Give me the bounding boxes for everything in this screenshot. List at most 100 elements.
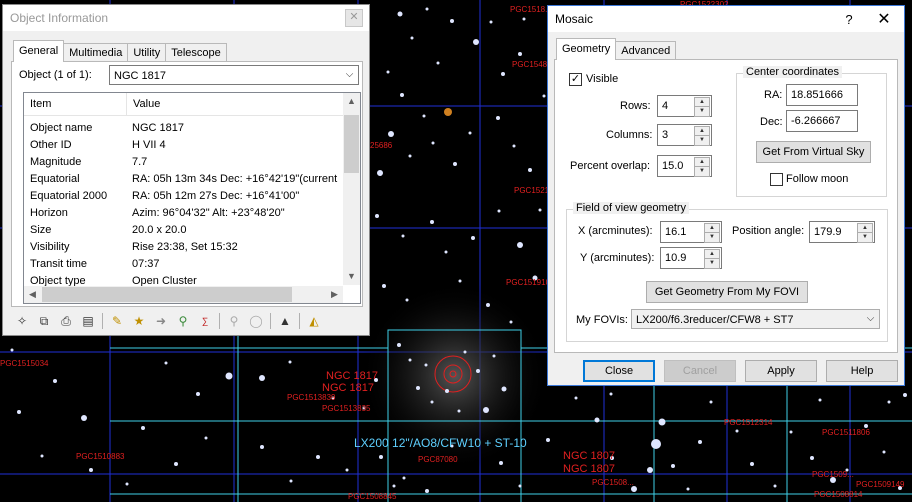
tab-advanced[interactable]: Advanced [615,41,677,60]
apply-button[interactable]: Apply [745,360,817,382]
scroll-thumb[interactable] [42,287,292,302]
scroll-thumb[interactable] [344,115,359,173]
tab-telescope[interactable]: Telescope [165,43,227,62]
position-angle-label: Position angle: [732,225,805,237]
list-item[interactable]: Visibility Rise 23:38, Set 15:32 [24,239,360,256]
help-icon[interactable]: ? [834,12,864,27]
row-value: 7.7 [132,156,148,168]
sky-label-pgc: PGC1508845 [348,492,397,501]
close-button[interactable]: Close [583,360,655,382]
position-angle-stepper[interactable]: 179.9 ▲ ▼ [809,221,875,243]
y-label: Y (arcminutes): [580,252,655,264]
spin-down-icon[interactable]: ▼ [694,135,710,146]
copy-icon[interactable]: ⧉ [33,311,55,331]
eject-icon[interactable]: ▲ [274,311,296,331]
tab-geometry[interactable]: Geometry [556,38,617,60]
column-header-value[interactable]: Value [127,93,160,115]
row-value: Rise 23:38, Set 15:32 [132,241,238,253]
tab-general[interactable]: General [13,40,65,62]
list-item[interactable]: Magnitude 7.7 [24,154,360,171]
toolbar-separator [270,313,271,329]
list-rows: Object name NGC 1817 Other ID H VII 4 Magn… [24,116,360,290]
my-fovis-label: My FOVIs: [576,314,628,326]
spin-down-icon[interactable]: ▼ [857,232,873,243]
object-toolbar: ✧ ⧉ ⎙ ▤ ✎ ★ ➜ ⚲ ∑ ⚲ ◯ ▲ ◭ [11,311,363,331]
telescope-icon[interactable]: ⚲ [172,311,194,331]
column-header-item[interactable]: Item [24,93,127,115]
scroll-left-icon[interactable]: ◀ [24,286,41,303]
follow-moon-label: Follow moon [786,173,849,185]
overlap-label: Percent overlap: [570,160,651,172]
visible-checkbox[interactable]: ✓ [569,73,582,86]
list-item[interactable]: Other ID H VII 4 [24,137,360,154]
spin-down-icon[interactable]: ▼ [704,258,720,269]
tab-utility[interactable]: Utility [127,43,167,62]
object-details-list[interactable]: Item Value Object name NGC 1817 Other ID H… [23,92,361,304]
list-item[interactable]: Equatorial RA: 05h 13m 34s Dec: +16°42'19… [24,171,360,188]
crosshair-icon[interactable]: ✧ [11,311,33,331]
list-item[interactable]: Object name NGC 1817 [24,120,360,137]
vertical-scrollbar[interactable]: ▲ ▼ [343,93,360,285]
chevron-down-icon: ⌵ [345,69,354,80]
get-from-virtual-sky-button[interactable]: Get From Virtual Sky [756,141,871,163]
book-icon[interactable]: ▤ [77,311,99,331]
ngc-label: NGC 1817 [326,370,378,382]
follow-moon-checkbox[interactable] [770,173,783,186]
scroll-right-icon[interactable]: ▶ [326,286,343,303]
star-chart-icon[interactable]: ★ [128,311,150,331]
row-item: Magnitude [30,156,82,168]
print-icon[interactable]: ⎙ [55,311,77,331]
columns-stepper[interactable]: 3 ▲ ▼ [657,124,712,146]
get-geometry-button[interactable]: Get Geometry From My FOVI [646,281,808,303]
overlap-value: 15.0 [662,160,684,172]
sky-label-pgc: PGC1511806 [822,428,870,437]
object-information-window: Object Information ✕ General Multimedia … [2,4,370,336]
scroll-up-icon[interactable]: ▲ [343,93,360,110]
object-select[interactable]: NGC 1817 ⌵ [109,65,359,85]
pointer-arrow-icon[interactable]: ➜ [150,311,172,331]
dec-input[interactable]: -6.266667 [786,110,858,132]
sky-label-pgc: PGC1509... [812,470,854,479]
tab-multimedia[interactable]: Multimedia [63,43,129,62]
row-value: RA: 05h 12m 27s Dec: +16°41'00" [132,190,300,202]
y-stepper[interactable]: 10.9 ▲ ▼ [660,247,722,269]
sky-label-pgc: PGC1513835 [322,404,371,413]
object-window-tabs: General Multimedia Utility Telescope [13,40,227,62]
telescope-disabled-icon: ⚲ [229,314,239,328]
mosaic-titlebar[interactable]: Mosaic ? ✕ [548,6,904,32]
list-item[interactable]: Transit time 07:37 [24,256,360,273]
object-window-close-button[interactable]: ✕ [345,9,363,27]
spin-down-icon[interactable]: ▼ [694,106,710,117]
list-item[interactable]: Horizon Azim: 96°04'32" Alt: +23°48'20" [24,205,360,222]
my-fovis-select[interactable]: LX200/f6.3reducer/CFW8 + ST7 ⌵ [631,309,880,329]
row-value: 07:37 [132,258,160,270]
list-item[interactable]: Size 20.0 x 20.0 [24,222,360,239]
open-folder-icon[interactable]: ◭ [303,311,325,331]
x-stepper[interactable]: 16.1 ▲ ▼ [660,221,722,243]
mosaic-tabs: Geometry Advanced [556,38,677,60]
object-window-title: Object Information [10,11,109,25]
row-item: Transit time [30,258,88,270]
help-button[interactable]: Help [826,360,898,382]
spin-down-icon[interactable]: ▼ [694,166,710,177]
fov-label: LX200 12"/AO8/CFW10 + ST-10 [354,436,527,450]
overlap-stepper[interactable]: 15.0 ▲ ▼ [657,155,712,177]
columns-value: 3 [662,129,669,141]
close-icon[interactable]: ✕ [864,9,904,29]
ra-input[interactable]: 18.851666 [786,84,858,106]
list-item[interactable]: Equatorial 2000 RA: 05h 12m 27s Dec: +16°… [24,188,360,205]
center-coordinates-title: Center coordinates [743,66,842,78]
ruler-pencil-icon[interactable]: ✎ [106,311,128,331]
object-window-titlebar[interactable]: Object Information ✕ [3,5,369,31]
ngc-label: NGC 1817 [322,382,374,394]
horizontal-scrollbar[interactable]: ◀ ▶ [24,286,343,303]
object-select-value: NGC 1817 [114,70,166,82]
abc-icon[interactable]: ∑ [194,311,216,331]
y-value: 10.9 [665,252,687,264]
row-value: Azim: 96°04'32" Alt: +23°48'20" [132,207,285,219]
x-value: 16.1 [665,226,687,238]
rows-stepper[interactable]: 4 ▲ ▼ [657,95,712,117]
row-value: RA: 05h 13m 34s Dec: +16°42'19"(current [132,173,338,185]
scroll-down-icon[interactable]: ▼ [343,268,360,285]
spin-down-icon[interactable]: ▼ [704,232,720,243]
